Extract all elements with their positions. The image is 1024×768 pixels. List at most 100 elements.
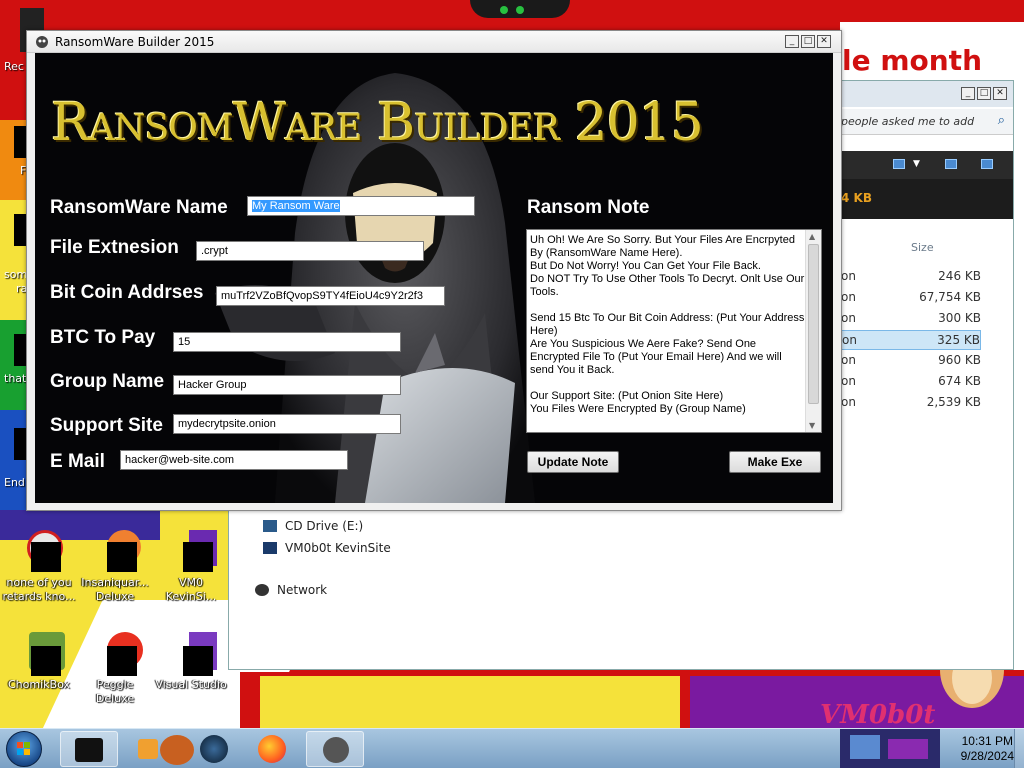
window-content: RansomWare Builder 2015 RansomWare Name …	[35, 53, 833, 503]
taskbar-item-media[interactable]	[130, 731, 200, 767]
file-name: on	[841, 353, 856, 367]
taskbar-item-ransomware[interactable]	[306, 731, 364, 767]
desktop-icon[interactable]: none of you retards kno...	[2, 530, 76, 604]
maximize-button[interactable]: □	[977, 87, 991, 100]
view-icon[interactable]	[893, 159, 905, 169]
search-input[interactable]: people asked me to add	[841, 115, 974, 128]
window-title: RansomWare Builder 2015	[55, 35, 215, 49]
ransom-note-text: Uh Oh! We Are So Sorry. But Your Files A…	[530, 234, 805, 415]
minimize-button[interactable]: _	[961, 87, 975, 100]
size-column-header[interactable]: Size	[911, 241, 934, 254]
help-icon[interactable]	[981, 159, 993, 169]
green-dot	[516, 6, 524, 14]
app-icon	[169, 632, 217, 676]
chevron-down-icon[interactable]: ▼	[913, 159, 920, 169]
file-name: on	[841, 290, 856, 304]
file-row[interactable]: on 960 KB	[841, 351, 981, 371]
desktop-icon[interactable]: Visual Studio	[154, 632, 228, 692]
windows-logo-icon	[17, 742, 30, 755]
file-row-selected[interactable]: on 325 KB	[841, 330, 981, 350]
note-scrollbar[interactable]: ▲ ▼	[805, 230, 821, 432]
desktop-icon-label: Visual Studio	[155, 678, 227, 691]
desktop-icon[interactable]: VM0 KevinSi...	[154, 530, 228, 604]
firefox-icon	[258, 735, 286, 763]
drive-icon	[263, 520, 277, 532]
scroll-down-icon[interactable]: ▼	[809, 421, 815, 430]
app-icon	[36, 36, 48, 48]
file-row[interactable]: on 300 KB	[841, 309, 981, 329]
clock[interactable]: 10:31 PM 9/28/2024	[961, 734, 1014, 764]
explorer-details: 4 KB	[841, 179, 1013, 219]
desktop-icon-label: Rec	[4, 60, 24, 73]
tree-item-cd-drive[interactable]: CD Drive (E:)	[263, 519, 363, 533]
desktop-icon[interactable]: Insaniquar... Deluxe	[78, 530, 152, 604]
app-icon	[169, 530, 217, 574]
skull-icon	[323, 737, 349, 763]
clock-date: 9/28/2024	[960, 749, 1014, 763]
email-input[interactable]: hacker@web-site.com	[120, 450, 348, 470]
ransomware-builder-window[interactable]: RansomWare Builder 2015 _ □ ✕ RansomWare…	[26, 30, 842, 511]
wallpaper-bottom-yellow	[260, 676, 680, 728]
file-row[interactable]: on 67,754 KB	[841, 288, 981, 308]
file-name: on	[842, 333, 857, 347]
system-tray-image	[840, 729, 940, 768]
support-site-input[interactable]: mydecrytpsite.onion	[173, 414, 401, 434]
group-name-input[interactable]: Hacker Group	[173, 375, 401, 395]
update-note-button[interactable]: Update Note	[527, 451, 619, 473]
taskbar-item-browser[interactable]	[194, 731, 234, 767]
show-desktop-button[interactable]	[1014, 729, 1024, 768]
tree-item-label: VM0b0t KevinSite	[285, 541, 391, 555]
tree-item-kevinsite[interactable]: VM0b0t KevinSite	[263, 541, 391, 555]
app-icon	[17, 632, 65, 676]
desktop-icon-label: End	[4, 476, 25, 489]
window-controls: _ □ ✕	[785, 35, 831, 48]
preview-pane-icon[interactable]	[945, 159, 957, 169]
btc-to-pay-input[interactable]: 15	[173, 332, 401, 352]
window-app-icon	[75, 738, 103, 762]
explorer-toolbar: ▼	[841, 151, 1013, 179]
scroll-thumb[interactable]	[808, 244, 819, 404]
ransom-note-textarea[interactable]: Uh Oh! We Are So Sorry. But Your Files A…	[526, 229, 822, 433]
file-size: 300 KB	[938, 311, 981, 325]
ransomware-name-label: RansomWare Name	[50, 197, 228, 218]
close-button[interactable]: ✕	[993, 87, 1007, 100]
app-logo: RansomWare Builder 2015	[51, 93, 704, 153]
file-extension-input[interactable]: .crypt	[196, 241, 424, 261]
window-titlebar[interactable]: RansomWare Builder 2015 _ □ ✕	[27, 31, 841, 53]
minimize-button[interactable]: _	[785, 35, 799, 48]
tree-item-network[interactable]: Network	[255, 583, 327, 597]
file-row[interactable]: on 246 KB	[841, 267, 981, 287]
file-size: 674 KB	[938, 374, 981, 388]
app-icon	[17, 530, 63, 574]
file-name: on	[841, 311, 856, 325]
make-exe-button[interactable]: Make Exe	[729, 451, 821, 473]
file-extension-label: File Extnesion	[50, 237, 179, 258]
taskbar-item-app[interactable]	[60, 731, 118, 767]
file-row[interactable]: on 2,539 KB	[841, 393, 981, 413]
clock-time: 10:31 PM	[961, 734, 1013, 748]
bitcoin-address-input[interactable]: muTrf2VZoBfQvopS9TY4fEioU4c9Y2r2f3	[216, 286, 445, 306]
file-size: 960 KB	[938, 353, 981, 367]
desktop-icon[interactable]: Peggle Deluxe	[78, 632, 152, 706]
taskbar-item-firefox[interactable]	[252, 731, 292, 767]
network-icon	[255, 584, 269, 596]
chicken-icon	[160, 735, 194, 765]
tree-item-label: CD Drive (E:)	[285, 519, 364, 533]
tree-item-label: Network	[277, 583, 328, 597]
search-icon[interactable]: ⌕	[998, 113, 1005, 128]
desktop-icon[interactable]: ChomikBox	[2, 632, 76, 692]
support-site-label: Support Site	[50, 415, 163, 436]
start-button[interactable]	[6, 731, 42, 767]
ransomware-name-input[interactable]: My Ransom Ware	[247, 196, 475, 216]
wallpaper-top-dark	[470, 0, 570, 18]
file-name: on	[841, 374, 856, 388]
group-name-label: Group Name	[50, 371, 165, 392]
close-button[interactable]: ✕	[817, 35, 831, 48]
file-name: on	[841, 395, 856, 409]
app-icon	[93, 632, 143, 676]
file-row[interactable]: on 674 KB	[841, 372, 981, 392]
scroll-up-icon[interactable]: ▲	[809, 232, 815, 241]
desktop-icon-label: Insaniquar... Deluxe	[81, 576, 149, 603]
maximize-button[interactable]: □	[801, 35, 815, 48]
explorer-search-box[interactable]: people asked me to add ⌕	[841, 109, 1013, 135]
